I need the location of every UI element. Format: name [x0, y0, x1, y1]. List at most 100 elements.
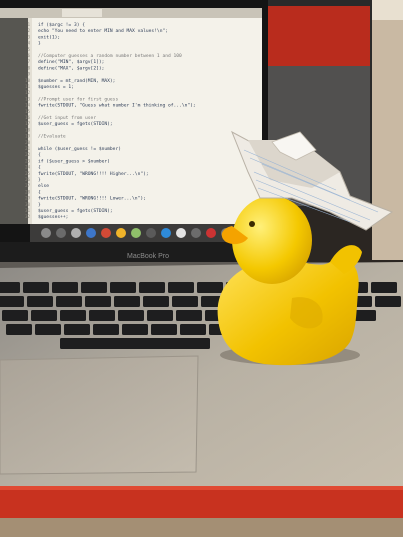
code-line: //Evaluate	[38, 134, 66, 140]
line-number: 21	[25, 146, 30, 151]
editor-tab	[62, 9, 102, 17]
code-line: if ($user_guess > $number)	[38, 158, 110, 164]
line-number: 30	[25, 202, 30, 207]
keyboard-key	[60, 310, 86, 321]
keyboard-key	[64, 324, 90, 335]
file-sidebar	[0, 18, 28, 224]
code-line: fwrite(STDOUT, "WRONG!!!! Lower...\n");	[38, 196, 146, 202]
code-line: //Get input from user	[38, 115, 96, 121]
finder-icon	[41, 228, 51, 238]
code-line: fwrite(STDOUT, "WRONG!!!! Higher...\n");	[38, 171, 149, 177]
keyboard-key	[375, 296, 401, 307]
laptop-logo-text: MacBook Pro	[127, 253, 169, 260]
trackpad	[0, 355, 199, 475]
keyboard-key	[139, 282, 165, 293]
laptop-case-edge	[0, 488, 403, 518]
code-line: }	[38, 41, 41, 47]
keyboard-key	[151, 324, 177, 335]
keyboard-key	[114, 296, 140, 307]
keyboard-key	[81, 282, 107, 293]
line-number: 24	[25, 165, 30, 170]
line-number: 16	[25, 115, 30, 120]
editor-tab-bar	[0, 8, 262, 18]
code-line: $guesses++;	[38, 214, 68, 220]
safari-icon	[86, 228, 96, 238]
keyboard-key	[35, 324, 61, 335]
app-icon-5	[206, 228, 216, 238]
line-number: 20	[25, 140, 30, 145]
code-line: {	[38, 189, 41, 195]
line-number: 10	[25, 78, 30, 83]
code-line: define("MIN", $argv[1]);	[38, 59, 104, 65]
line-number: 13	[25, 96, 30, 101]
code-line: exit(1);	[38, 34, 60, 40]
code-line: echo "You need to enter MIN and MAX valu…	[38, 28, 168, 34]
code-line: }	[38, 202, 41, 208]
desk-surface	[0, 518, 403, 537]
chrome-icon	[101, 228, 111, 238]
keyboard-key	[180, 324, 206, 335]
line-number: 25	[25, 171, 30, 176]
notes-icon	[116, 228, 126, 238]
line-number: 11	[25, 84, 30, 89]
keyboard-key	[118, 310, 144, 321]
line-number: 17	[25, 121, 30, 126]
line-number: 19	[25, 134, 30, 139]
keyboard-key	[197, 282, 223, 293]
code-line: //Prompt user for first guess	[38, 96, 118, 102]
code-line: $user_guess = fgets(STDIN);	[38, 208, 113, 214]
keyboard-key	[23, 282, 49, 293]
code-line: fwrite(STDOUT, "Guess what number I'm th…	[38, 103, 196, 109]
launchpad-icon	[56, 228, 66, 238]
duck-eye	[249, 221, 255, 227]
code-line: $number = mt_rand(MIN, MAX);	[38, 78, 115, 84]
keyboard-key	[6, 324, 32, 335]
keyboard-key	[168, 282, 194, 293]
keyboard-key	[143, 296, 169, 307]
keyboard-key	[89, 310, 115, 321]
code-line: define("MAX", $argv[2]);	[38, 65, 104, 71]
app-icon-2	[161, 228, 171, 238]
photo: 1 if ($argc != 3) {2 echo "You need to en…	[0, 0, 403, 537]
code-line: while ($user_guess != $number)	[38, 146, 121, 152]
line-number: 14	[25, 103, 30, 108]
code-line: if ($argc != 3) {	[38, 22, 85, 28]
terminal-icon	[131, 228, 141, 238]
line-number: 28	[25, 189, 30, 194]
keyboard-key	[371, 282, 397, 293]
keyboard-key	[0, 282, 20, 293]
code-line: $guesses = 1;	[38, 84, 74, 90]
line-number: 31	[25, 208, 30, 213]
code-line: //Computer guesses a random number betwe…	[38, 53, 182, 59]
app-icon	[146, 228, 156, 238]
keyboard-key	[110, 282, 136, 293]
line-number: 26	[25, 177, 30, 182]
keyboard-key	[176, 310, 202, 321]
laptop-screen: 1 if ($argc != 3) {2 echo "You need to en…	[0, 0, 268, 262]
code-line: {	[38, 165, 41, 171]
keyboard-key	[0, 296, 24, 307]
code-line: else	[38, 183, 49, 189]
keyboard-key	[2, 310, 28, 321]
line-number: 18	[25, 127, 30, 132]
spacebar-key	[60, 338, 210, 349]
keyboard-key	[27, 296, 53, 307]
line-number: 12	[25, 90, 30, 95]
system-icon	[71, 228, 81, 238]
line-number: 29	[25, 196, 30, 201]
app-icon-3	[176, 228, 186, 238]
app-icon-4	[191, 228, 201, 238]
keyboard-key	[85, 296, 111, 307]
line-number: 32	[25, 214, 30, 219]
code-line: }	[38, 177, 41, 183]
line-number: 15	[25, 109, 30, 114]
line-number: 27	[25, 183, 30, 188]
keyboard-key	[93, 324, 119, 335]
keyboard-key	[172, 296, 198, 307]
line-number: 23	[25, 158, 30, 163]
keyboard-key	[122, 324, 148, 335]
code-line: {	[38, 152, 41, 158]
photo-scene: 1 if ($argc != 3) {2 echo "You need to en…	[0, 0, 403, 537]
keyboard-key	[52, 282, 78, 293]
keyboard-key	[56, 296, 82, 307]
